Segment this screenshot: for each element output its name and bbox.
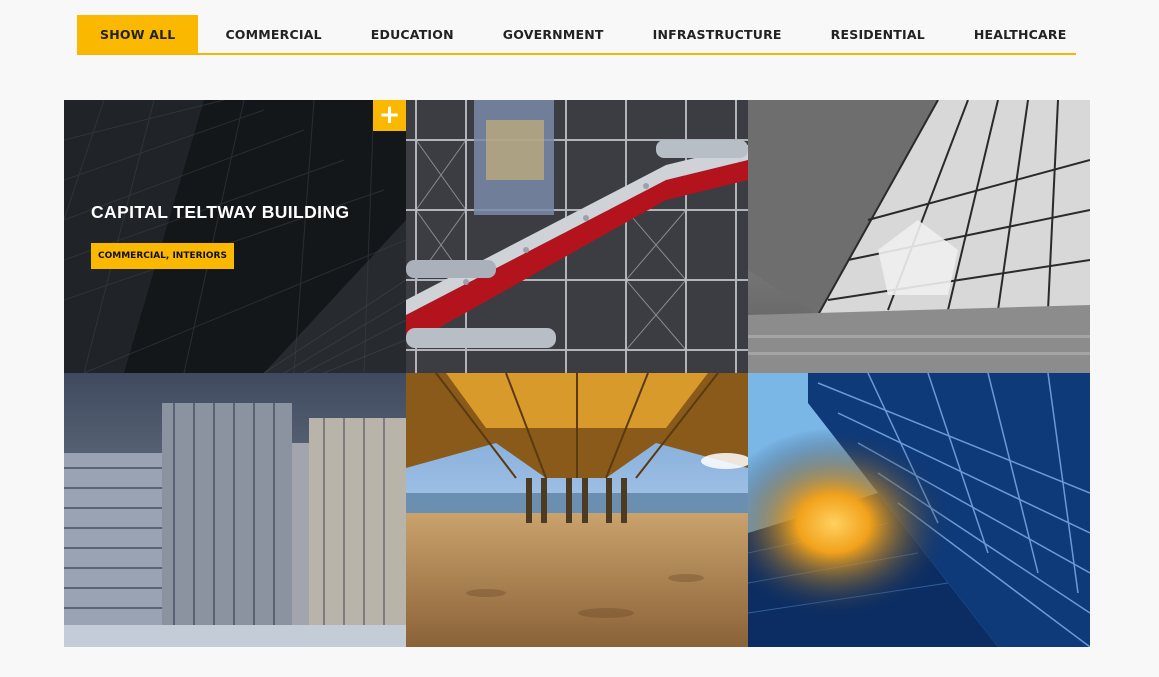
filter-tab-residential[interactable]: RESIDENTIAL xyxy=(831,15,925,53)
pier-beach-image xyxy=(406,373,748,647)
plus-icon[interactable]: + xyxy=(373,100,406,131)
filter-tab-education[interactable]: EDUCATION xyxy=(371,15,454,53)
portfolio-item-beach-pier[interactable] xyxy=(406,373,748,647)
filter-tab-infrastructure[interactable]: INFRASTRUCTURE xyxy=(653,15,782,53)
portfolio-filter-bar: SHOW ALL COMMERCIAL EDUCATION GOVERNMENT… xyxy=(77,15,1076,55)
project-title[interactable]: CAPITAL TELTWAY BUILDING xyxy=(91,202,350,223)
filter-tab-healthcare[interactable]: HEALTHCARE xyxy=(974,15,1067,53)
office-towers-image xyxy=(64,373,406,647)
portfolio-item-glass-atrium[interactable] xyxy=(748,100,1090,373)
filter-tab-show-all[interactable]: SHOW ALL xyxy=(77,15,199,53)
portfolio-grid: + CAPITAL TELTWAY BUILDING COMMERCIAL, I… xyxy=(64,100,1090,647)
portfolio-item-escalator-facade[interactable] xyxy=(406,100,748,373)
filter-tab-commercial[interactable]: COMMERCIAL xyxy=(225,15,321,53)
project-category-tag[interactable]: COMMERCIAL, INTERIORS xyxy=(91,243,234,269)
filter-tab-government[interactable]: GOVERNMENT xyxy=(503,15,604,53)
portfolio-item-blue-glass-tower[interactable] xyxy=(748,373,1090,647)
red-escalator-building-image xyxy=(406,100,748,373)
portfolio-item-capital-teltway[interactable]: + CAPITAL TELTWAY BUILDING COMMERCIAL, I… xyxy=(64,100,406,373)
hover-overlay xyxy=(64,100,406,373)
glass-atrium-bw-image xyxy=(748,100,1090,373)
blue-glass-tower-image xyxy=(748,373,1090,647)
portfolio-item-office-towers[interactable] xyxy=(64,373,406,647)
